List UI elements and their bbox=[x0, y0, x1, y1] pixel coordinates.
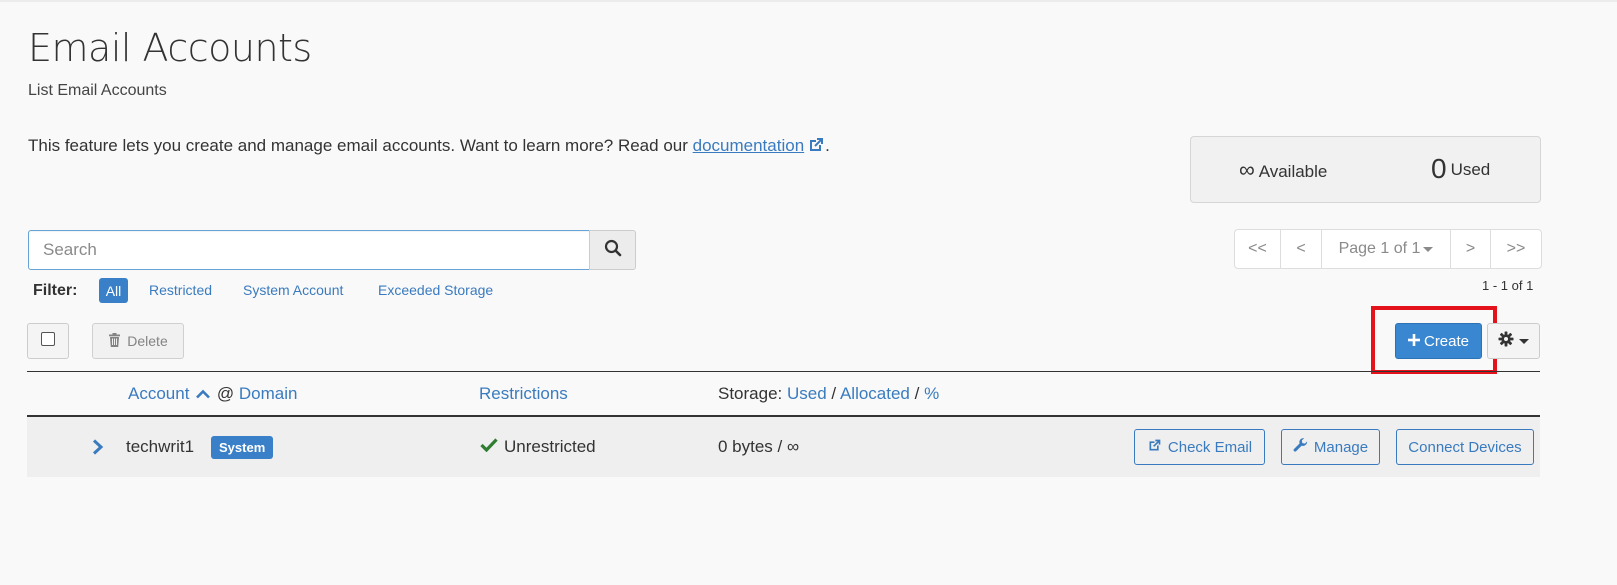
chevron-down-icon bbox=[1519, 338, 1529, 344]
documentation-link[interactable]: documentation bbox=[693, 136, 805, 155]
restrictions-header: Restrictions bbox=[479, 384, 568, 404]
trash-icon bbox=[108, 332, 121, 350]
sort-account-link[interactable]: Account bbox=[128, 384, 189, 403]
manage-label: Manage bbox=[1313, 438, 1369, 456]
connect-devices-button[interactable]: Connect Devices bbox=[1396, 429, 1534, 465]
gear-icon bbox=[1498, 331, 1514, 352]
delete-label: Delete bbox=[127, 333, 168, 349]
intro-text: This feature lets you create and manage … bbox=[28, 136, 830, 156]
table-top-border bbox=[27, 371, 1540, 372]
restriction-label: Unrestricted bbox=[504, 437, 596, 456]
results-range: 1 - 1 of 1 bbox=[1482, 278, 1534, 293]
storage-prefix: Storage: bbox=[718, 384, 783, 403]
storage-header: Storage: Used / Allocated / % bbox=[718, 384, 939, 404]
select-all-checkbox[interactable] bbox=[41, 332, 55, 346]
sort-allocated-link[interactable]: Allocated bbox=[840, 384, 910, 403]
page-subtitle: List Email Accounts bbox=[28, 82, 167, 99]
check-email-button[interactable]: Check Email bbox=[1134, 429, 1265, 465]
intro-end: . bbox=[825, 136, 830, 155]
check-icon bbox=[480, 437, 498, 457]
filter-exceeded-storage[interactable]: Exceeded Storage bbox=[378, 282, 493, 298]
manage-button[interactable]: Manage bbox=[1281, 429, 1380, 465]
storage-value: 0 bytes / ∞ bbox=[718, 437, 800, 456]
external-link-icon[interactable] bbox=[807, 136, 825, 154]
select-all-button[interactable] bbox=[27, 323, 69, 359]
page-select-dropdown[interactable]: Page 1 of 1 bbox=[1322, 230, 1451, 268]
sort-restrictions-link[interactable]: Restrictions bbox=[479, 384, 568, 403]
available-value: ∞ bbox=[1239, 157, 1255, 182]
system-badge: System bbox=[211, 436, 274, 459]
page-next-button[interactable]: > bbox=[1451, 230, 1491, 268]
slash-separator: / bbox=[914, 384, 920, 403]
connect-devices-label: Connect Devices bbox=[1408, 438, 1522, 456]
filter-all[interactable]: All bbox=[99, 278, 128, 303]
account-name: techwrit1 bbox=[126, 437, 195, 456]
page-select-label: Page 1 of 1 bbox=[1338, 240, 1421, 257]
sort-percent-link[interactable]: % bbox=[924, 384, 939, 403]
search-icon bbox=[604, 239, 622, 262]
filter-label: Filter: bbox=[33, 282, 78, 299]
check-email-label: Check Email bbox=[1167, 438, 1253, 456]
page-prev-button[interactable]: < bbox=[1281, 230, 1322, 268]
page-last-button[interactable]: >> bbox=[1491, 230, 1541, 268]
at-symbol: @ bbox=[216, 384, 235, 403]
quota-stats-box: ∞ Available 0 Used bbox=[1190, 136, 1541, 203]
pagination: << < Page 1 of 1 > >> bbox=[1234, 229, 1542, 269]
chevron-down-icon bbox=[1423, 246, 1434, 252]
sort-ascending-icon[interactable] bbox=[196, 384, 211, 399]
filter-restricted[interactable]: Restricted bbox=[149, 282, 212, 298]
filter-system-account[interactable]: System Account bbox=[243, 282, 343, 298]
slash-separator: / bbox=[831, 384, 837, 403]
search-button[interactable] bbox=[589, 230, 636, 270]
sort-used-link[interactable]: Used bbox=[787, 384, 827, 403]
page-title: Email Accounts bbox=[28, 26, 312, 70]
delete-button[interactable]: Delete bbox=[92, 323, 184, 359]
sort-domain-link[interactable]: Domain bbox=[239, 384, 298, 403]
expand-row-chevron-icon[interactable] bbox=[90, 438, 106, 456]
external-link-icon bbox=[1147, 438, 1162, 457]
page-first-button[interactable]: << bbox=[1235, 230, 1281, 268]
wrench-icon bbox=[1293, 437, 1308, 457]
restriction-status: Unrestricted bbox=[480, 437, 596, 457]
available-stat: ∞ Available bbox=[1239, 157, 1327, 183]
available-label: Available bbox=[1258, 162, 1328, 181]
used-value: 0 bbox=[1431, 153, 1447, 184]
highlight-annotation bbox=[1371, 306, 1497, 374]
intro-text-body: This feature lets you create and manage … bbox=[28, 136, 693, 155]
used-stat: 0 Used bbox=[1431, 153, 1490, 185]
account-domain-header: Account @ Domain bbox=[128, 384, 298, 404]
used-label: Used bbox=[1450, 160, 1491, 179]
search-input[interactable] bbox=[28, 230, 590, 270]
settings-dropdown-button[interactable] bbox=[1487, 323, 1540, 359]
